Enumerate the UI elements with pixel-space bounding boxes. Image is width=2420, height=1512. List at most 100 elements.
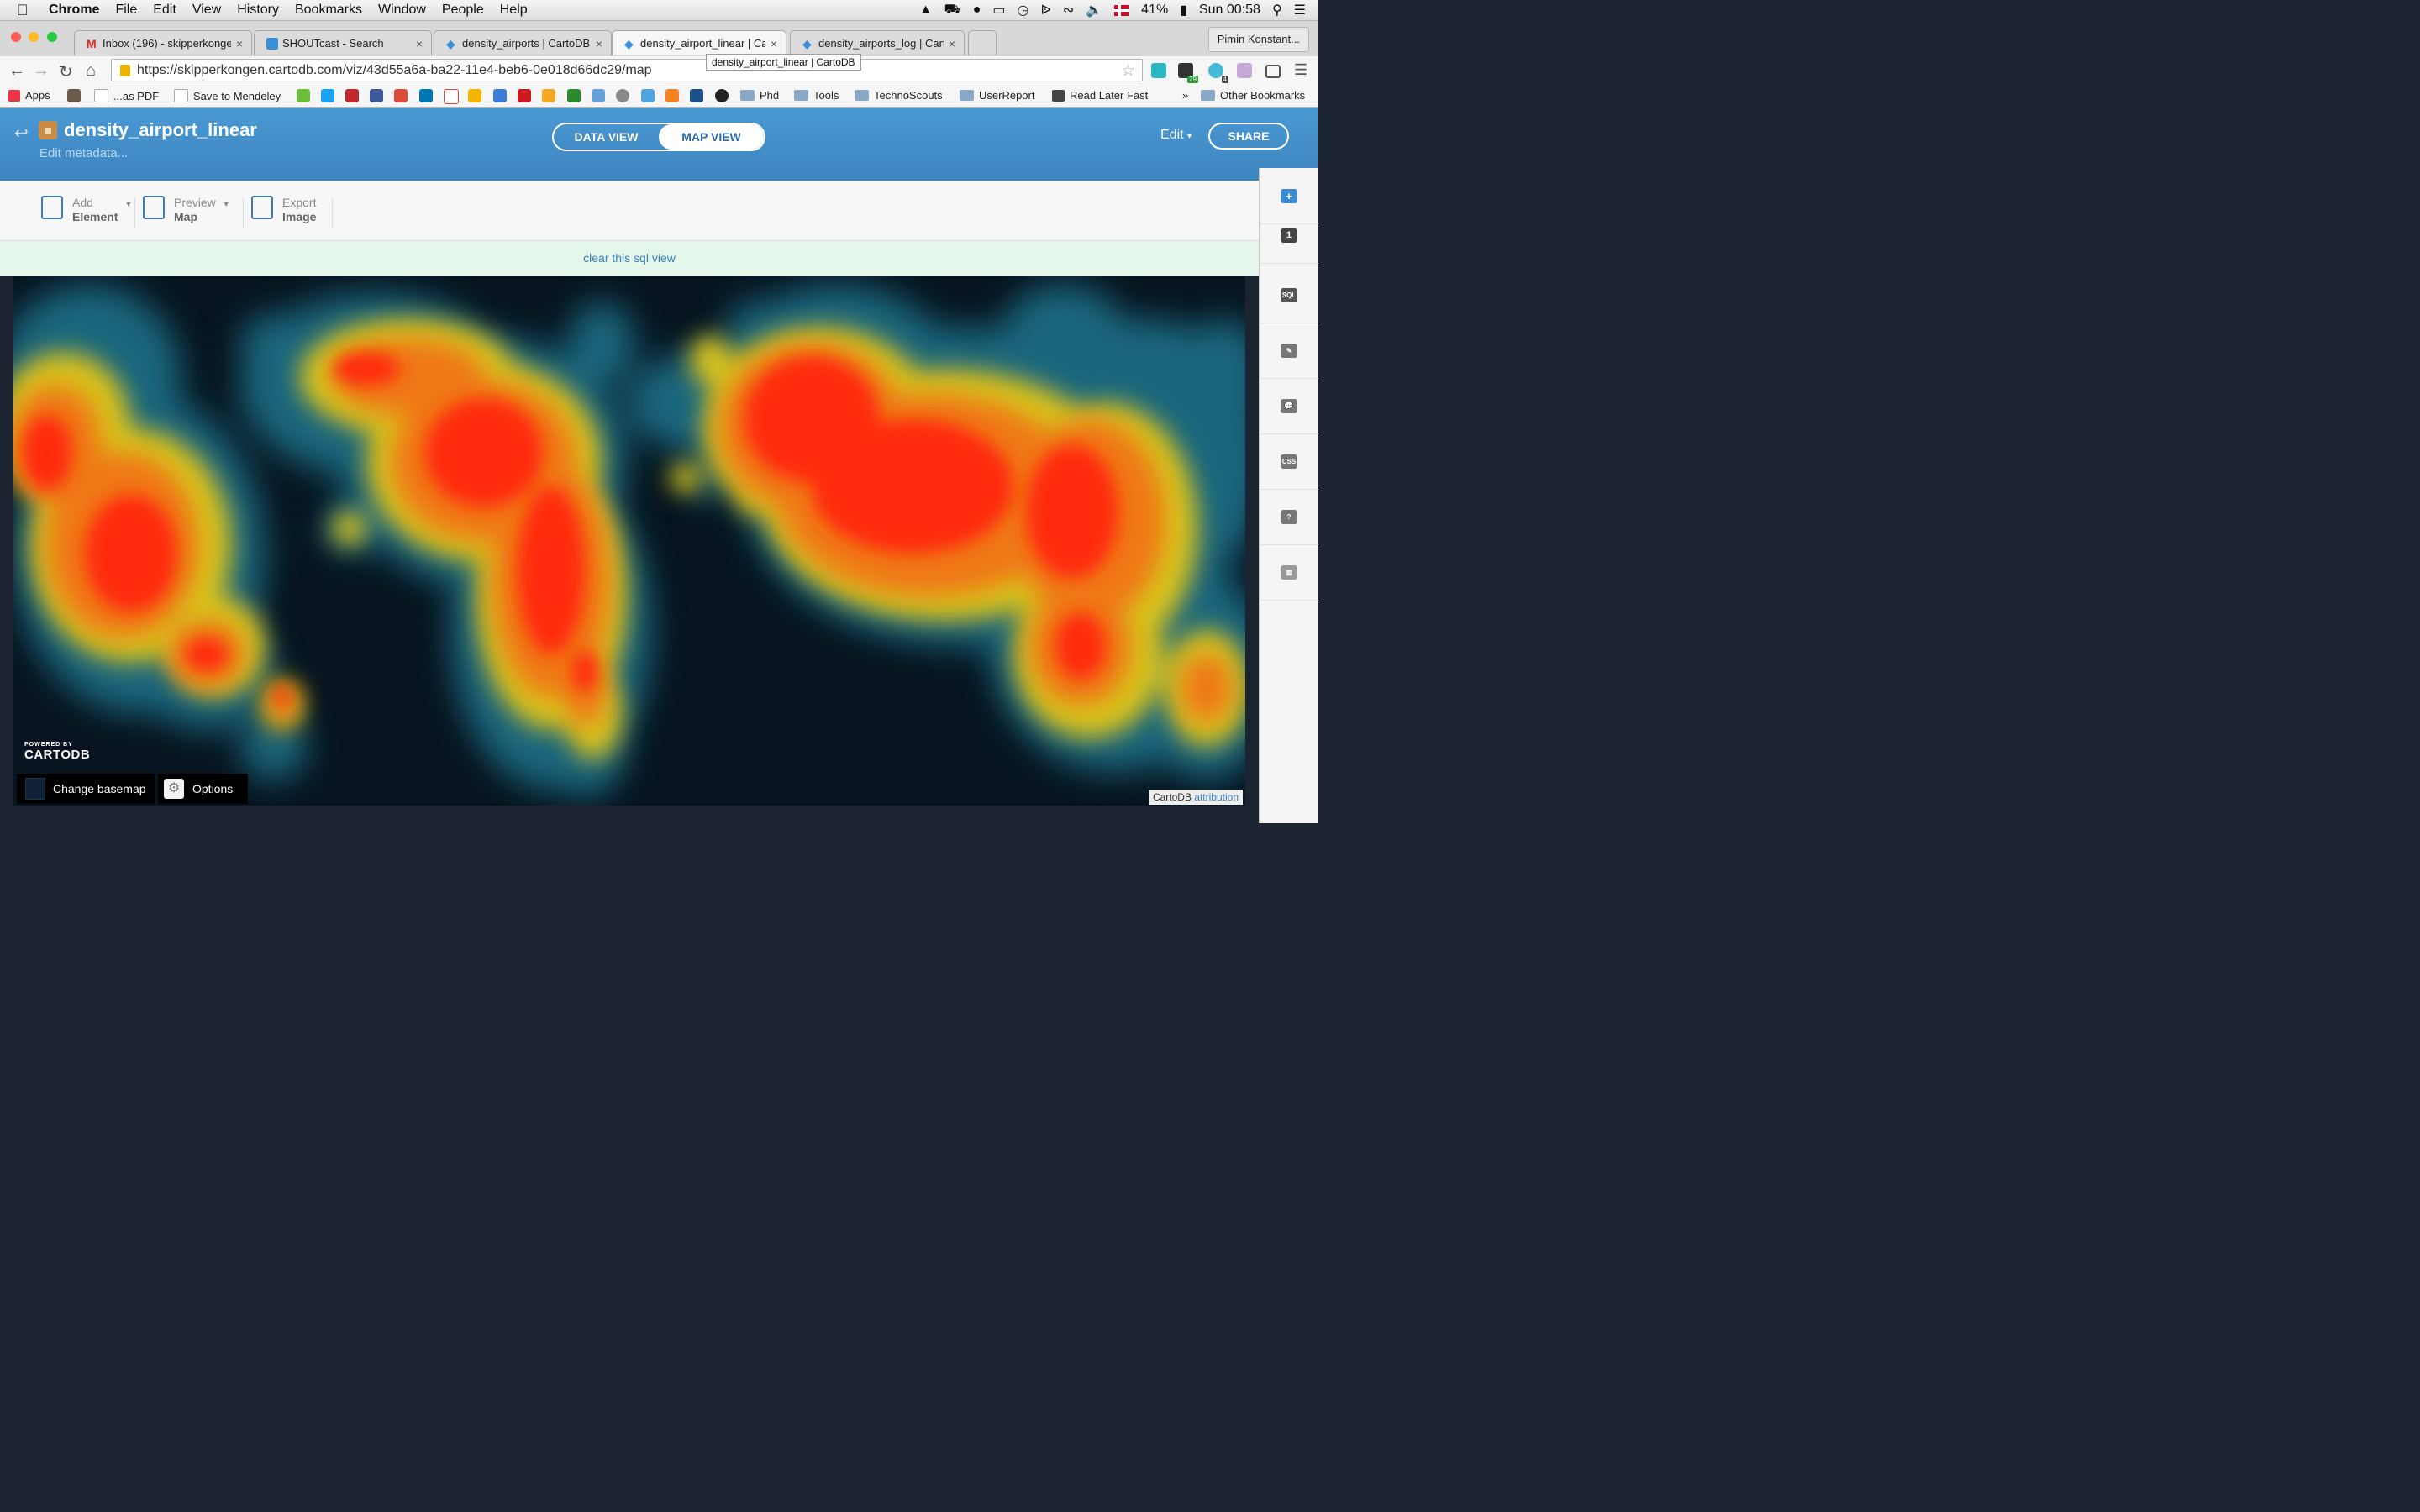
side-item-wizard[interactable]: ✎ (1260, 323, 1318, 379)
github-icon[interactable] (715, 89, 729, 102)
extension-icon[interactable] (1151, 63, 1166, 78)
caret-down-icon[interactable]: ▼ (124, 200, 132, 224)
bookmark-apps[interactable]: Apps (8, 89, 50, 102)
menu-edit[interactable]: Edit (153, 3, 176, 18)
dropbox-icon[interactable]: ▲ (919, 3, 933, 18)
share-button[interactable]: SHARE (1208, 123, 1289, 150)
bookmark-mendeley[interactable]: Save to Mendeley (174, 89, 281, 102)
edit-menu[interactable]: Edit ▾ (1160, 128, 1192, 143)
data-view-button[interactable]: DATA VIEW (554, 124, 659, 150)
bluetooth-icon[interactable]: ᐉ (1041, 2, 1051, 18)
menu-view[interactable]: View (192, 3, 221, 18)
tab-inbox[interactable]: M Inbox (196) - skipperkongen × (74, 30, 252, 55)
map-options-button[interactable]: ⚙ Options (158, 774, 248, 804)
wifi-icon[interactable]: ∾ (1063, 2, 1074, 18)
twitter-icon[interactable] (321, 89, 334, 102)
gmail-bookmark-icon[interactable] (444, 89, 459, 104)
map-view-button[interactable]: MAP VIEW (659, 124, 764, 150)
edit-metadata-link[interactable]: Edit metadata... (39, 146, 128, 160)
bookmark-folder-technoscouts[interactable]: TechnoScouts (855, 89, 943, 102)
tab-density-airports-log[interactable]: ◆ density_airports_log | CartoDB × (790, 30, 965, 55)
google-drive-icon[interactable] (468, 89, 481, 102)
editor-icon[interactable] (690, 89, 703, 102)
klout-icon[interactable] (345, 89, 359, 102)
ghostery-icon[interactable]: 4 (1208, 63, 1228, 83)
facebook-icon[interactable] (370, 89, 383, 102)
youtube-icon[interactable] (518, 89, 531, 102)
back-icon[interactable]: ← (8, 61, 25, 81)
bookmark-other[interactable]: Other Bookmarks (1201, 89, 1305, 102)
attribution-link[interactable]: attribution (1194, 791, 1239, 803)
bookmark-folder-phd[interactable]: Phd (740, 89, 779, 102)
bookmark-folder-userreport[interactable]: UserReport (960, 89, 1034, 102)
avatar-bookmark-icon[interactable] (67, 89, 81, 102)
danish-flag-icon[interactable] (1114, 4, 1130, 16)
side-item-legends[interactable]: ? (1260, 489, 1318, 545)
one-icon[interactable] (567, 89, 581, 102)
elephant-icon[interactable]: ● (973, 3, 981, 18)
spotlight-icon[interactable]: ⚲ (1272, 2, 1282, 18)
notification-center-icon[interactable]: ☰ (1294, 2, 1306, 18)
menu-app-name[interactable]: Chrome (49, 3, 99, 18)
reload-icon[interactable]: ↻ (59, 61, 73, 82)
chrome-menu-icon[interactable]: ☰ (1294, 61, 1307, 79)
close-tab-icon[interactable]: × (236, 37, 243, 50)
linkedin-icon[interactable] (419, 89, 433, 102)
new-tab-button[interactable] (968, 30, 997, 55)
clock[interactable]: Sun 00:58 (1199, 3, 1260, 18)
tab-shoutcast[interactable]: SHOUTcast - Search × (254, 30, 432, 55)
visualization-title[interactable]: density_airport_linear (64, 119, 257, 141)
export-image-button[interactable]: Export Image (251, 196, 316, 224)
green-bookmark-icon[interactable] (297, 89, 310, 102)
battery-percent[interactable]: 41% (1141, 3, 1168, 18)
add-element-button[interactable]: Add Element ▼ (41, 196, 132, 224)
tab-density-airport-linear[interactable]: ◆ density_airport_linear | CartoDB × (612, 30, 786, 55)
time-machine-icon[interactable]: ◷ (1018, 2, 1029, 18)
side-item-css[interactable]: CSS (1260, 433, 1318, 490)
change-basemap-button[interactable]: Change basemap (17, 774, 155, 804)
privacy-lock-icon[interactable] (39, 121, 57, 139)
close-tab-icon[interactable]: × (949, 37, 955, 50)
apple-icon[interactable]:  (17, 2, 35, 19)
profile-button[interactable]: Pimin Konstant... (1207, 27, 1309, 52)
side-item-sql[interactable]: SQL (1260, 267, 1318, 323)
truck-icon[interactable]: ⛟ (944, 2, 961, 18)
circle-bookmark-icon[interactable] (616, 89, 629, 102)
close-tab-icon[interactable]: × (771, 37, 777, 50)
caret-down-icon[interactable]: ▼ (223, 200, 230, 224)
menu-history[interactable]: History (237, 3, 279, 18)
puzzle-icon[interactable] (592, 89, 605, 102)
side-item-filters[interactable]: ▥ (1260, 544, 1318, 601)
extension-d-icon[interactable]: 29 (1178, 63, 1198, 83)
menu-bookmarks[interactable]: Bookmarks (295, 3, 362, 18)
address-bar[interactable]: https://skipperkongen.cartodb.com/viz/43… (111, 59, 1143, 81)
airplay-icon[interactable]: ▭ (992, 2, 1005, 18)
url-text[interactable]: https://skipperkongen.cartodb.com/viz/43… (137, 63, 652, 78)
bookmark-read-later[interactable]: Read Later Fast (1052, 89, 1148, 102)
clear-sql-view-link[interactable]: clear this sql view (583, 251, 676, 265)
bookmark-star-icon[interactable]: ☆ (1121, 61, 1135, 81)
cast-icon[interactable] (1265, 65, 1281, 78)
map-canvas[interactable]: POWERED BY CARTODB Change basemap ⚙ Opti… (13, 276, 1245, 806)
box-icon[interactable] (542, 89, 555, 102)
minimize-window-button[interactable] (29, 32, 39, 42)
forward-icon[interactable]: → (33, 61, 50, 81)
volume-icon[interactable]: 🔈 (1086, 2, 1102, 18)
bookmark-folder-tools[interactable]: Tools (794, 89, 839, 102)
extension-x-icon[interactable] (1237, 63, 1252, 78)
menu-people[interactable]: People (442, 3, 484, 18)
zoom-window-button[interactable] (47, 32, 57, 42)
bookmark-as-pdf[interactable]: ...as PDF (94, 89, 159, 102)
side-item-infowindow[interactable]: 💬 (1260, 378, 1318, 434)
menu-help[interactable]: Help (500, 3, 528, 18)
back-to-dashboard-icon[interactable]: ↩ (14, 123, 29, 144)
home-icon[interactable]: ⌂ (86, 61, 96, 81)
calendar-icon[interactable] (493, 89, 507, 102)
stackoverflow-icon[interactable] (666, 89, 679, 102)
close-window-button[interactable] (11, 32, 21, 42)
menu-window[interactable]: Window (378, 3, 426, 18)
menu-file[interactable]: File (115, 3, 137, 18)
security-warning-icon[interactable] (120, 64, 130, 76)
battery-icon[interactable]: ▮ (1180, 2, 1187, 18)
close-tab-icon[interactable]: × (416, 37, 423, 50)
